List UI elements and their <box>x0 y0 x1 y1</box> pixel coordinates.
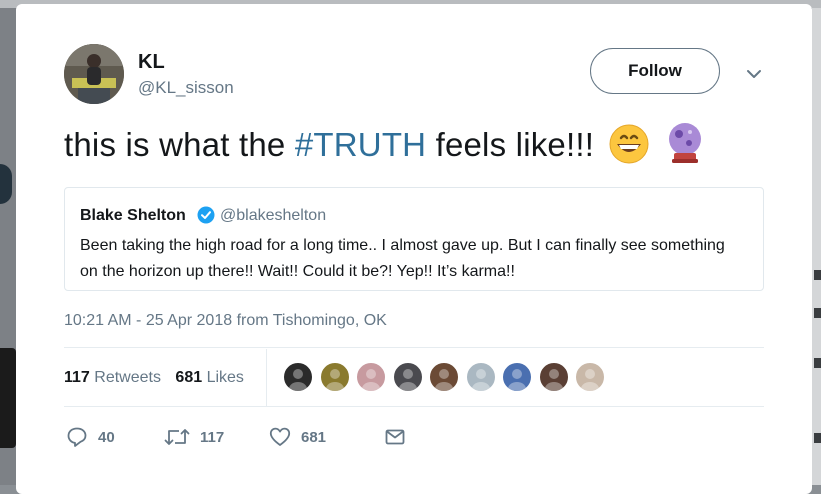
retweet-count: 117 <box>200 428 225 446</box>
liker-avatar[interactable] <box>465 362 496 392</box>
liker-avatar-icon <box>325 369 344 391</box>
background-text <box>814 433 821 443</box>
user-avatar-photo-icon <box>64 44 124 104</box>
like-count: 681 <box>301 428 327 446</box>
background-avatar <box>0 164 12 204</box>
envelope-icon <box>385 429 405 445</box>
tweet-stats: 117 Retweets 681 Likes <box>64 369 244 387</box>
tweet-timestamp[interactable]: 10:21 AM - 25 Apr 2018 from Tishomingo, … <box>64 312 387 330</box>
liker-avatar[interactable] <box>502 362 532 392</box>
author-handle[interactable]: @KL_sisson <box>138 78 234 98</box>
more-options-button[interactable] <box>744 64 764 84</box>
tweet-modal: KL @KL_sisson Follow this is what the #T… <box>16 4 812 494</box>
hashtag-link[interactable]: #TRUTH <box>295 126 426 163</box>
background-text <box>814 270 821 280</box>
background-page-right <box>812 8 821 485</box>
reply-button[interactable]: 40 <box>66 425 115 449</box>
likes-stat[interactable]: 681 Likes <box>175 369 244 386</box>
chevron-down-icon <box>747 70 761 78</box>
liker-avatar[interactable] <box>319 362 350 392</box>
liker-avatar-icon <box>544 369 563 391</box>
likes-label: Likes <box>206 369 244 386</box>
verified-badge-icon <box>197 206 215 224</box>
heart-icon <box>269 427 291 446</box>
divider <box>64 347 764 348</box>
quoted-author-handle: @blakeshelton <box>220 207 327 224</box>
grinning-face-emoji-icon <box>609 124 649 164</box>
divider <box>64 406 764 407</box>
tweet-text-after: feels like!!! <box>426 126 595 163</box>
liker-avatar-icon <box>581 369 599 391</box>
liker-avatar[interactable] <box>283 362 313 392</box>
retweets-stat[interactable]: 117 Retweets <box>64 369 161 386</box>
liker-avatar-icon <box>289 369 307 391</box>
like-button[interactable]: 681 <box>269 425 326 449</box>
author-name[interactable]: KL <box>138 51 165 74</box>
background-image <box>0 348 16 448</box>
liker-avatar-icon <box>362 369 380 391</box>
liker-avatar-icon <box>435 369 453 391</box>
crystal-ball-emoji-icon <box>668 123 701 163</box>
liker-avatar[interactable] <box>356 362 386 392</box>
author-avatar[interactable] <box>64 44 124 104</box>
liker-avatar-icon <box>398 369 417 391</box>
follow-button[interactable]: Follow <box>590 48 720 94</box>
direct-message-button[interactable] <box>384 425 406 449</box>
background-page-left <box>0 8 16 485</box>
liker-avatar-default-icon <box>471 369 490 391</box>
tweet-text: this is what the #TRUTH feels like!!! <box>64 122 705 164</box>
liker-avatar[interactable] <box>392 362 423 392</box>
liker-avatar[interactable] <box>575 362 605 392</box>
retweet-icon <box>164 429 190 445</box>
quoted-author-name: Blake Shelton <box>80 207 186 224</box>
retweets-label: Retweets <box>94 369 161 386</box>
background-text <box>814 308 821 318</box>
retweets-count: 117 <box>64 369 90 386</box>
retweet-button[interactable]: 117 <box>164 425 224 449</box>
liker-avatar[interactable] <box>538 362 569 392</box>
background-text <box>814 358 821 368</box>
stats-divider <box>266 349 267 407</box>
quoted-tweet-text: Been taking the high road for a long tim… <box>80 237 725 280</box>
liker-avatar-icon <box>508 369 526 391</box>
reply-count: 40 <box>98 428 115 446</box>
likes-count: 681 <box>175 369 203 386</box>
tweet-text-before: this is what the <box>64 126 295 163</box>
quoted-tweet[interactable]: Blake Shelton @blakeshelton Been taking … <box>64 187 764 291</box>
liker-avatar[interactable] <box>429 362 459 392</box>
reply-icon <box>67 427 87 447</box>
